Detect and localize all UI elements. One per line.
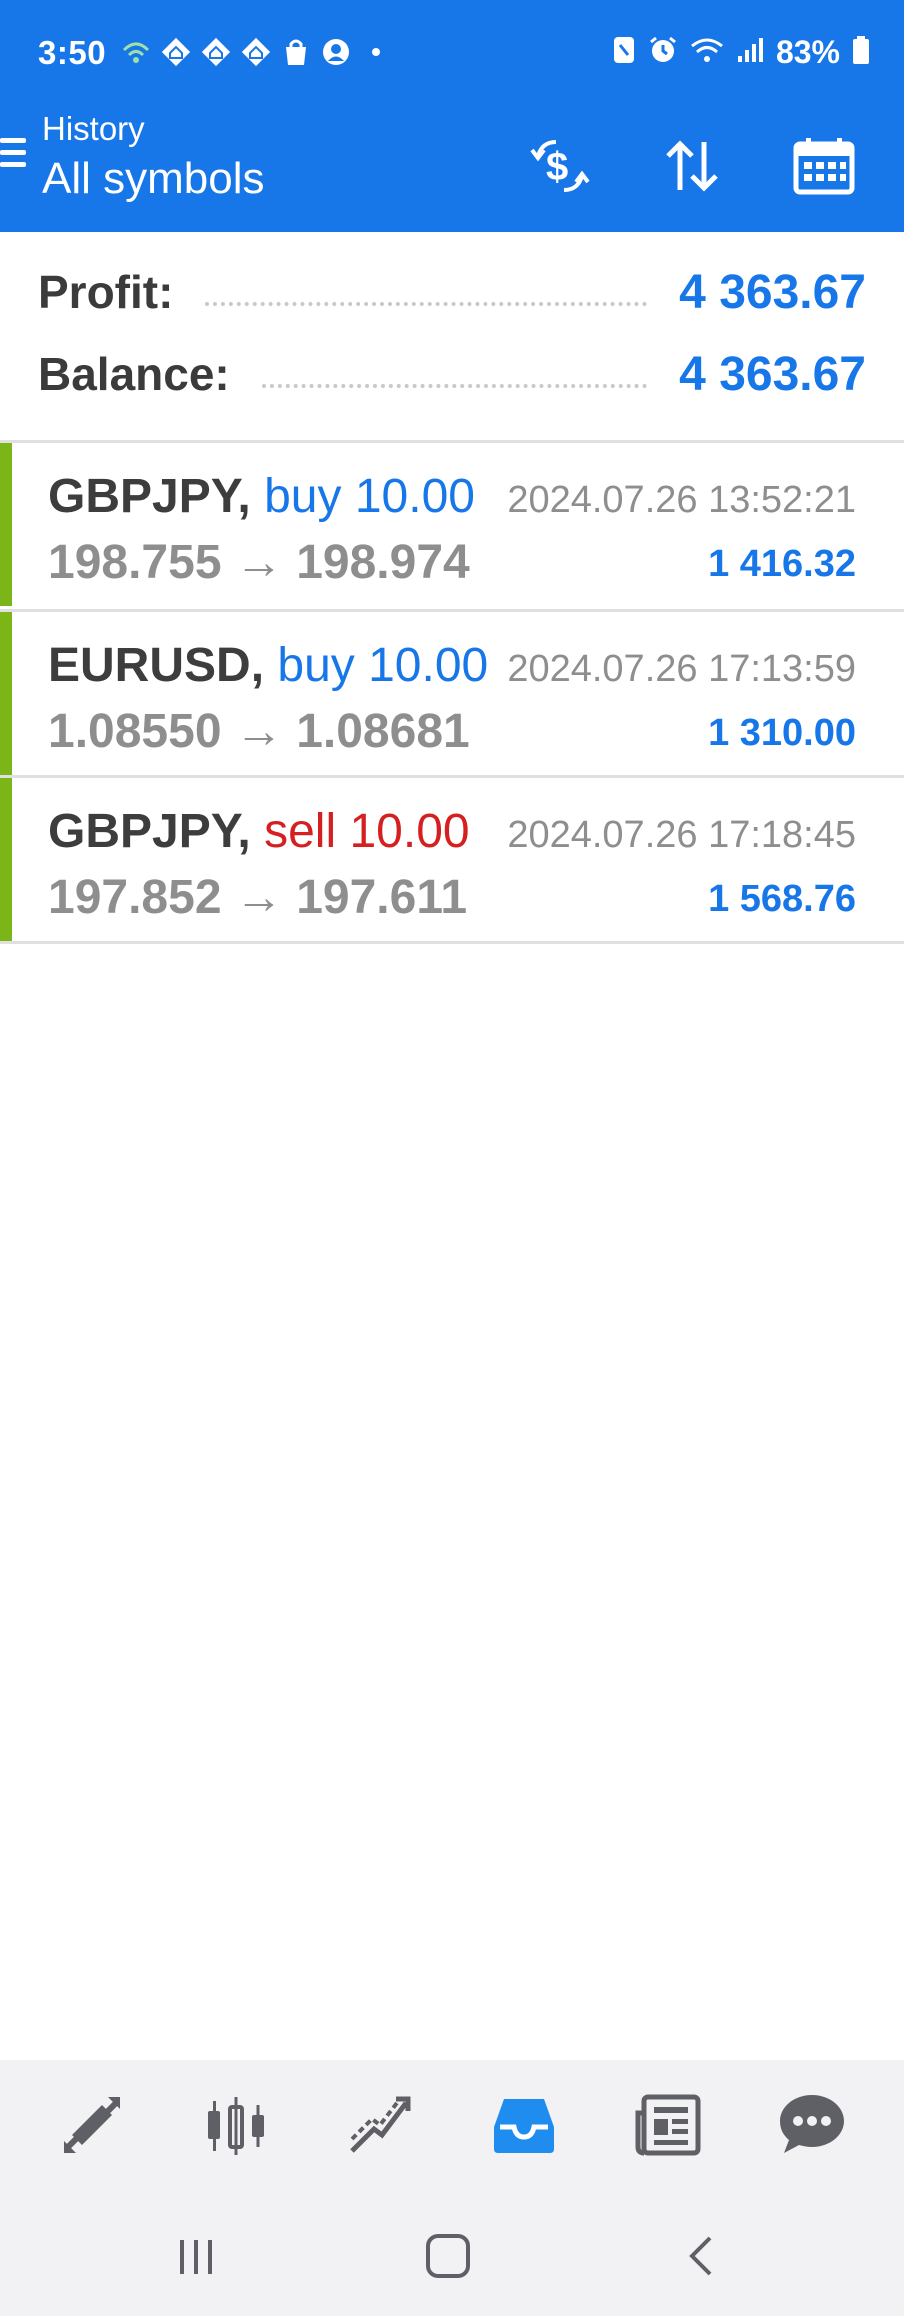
nav-history[interactable] bbox=[474, 2075, 574, 2175]
wifi-call-icon bbox=[120, 36, 152, 68]
trade-side: buy 10.00 bbox=[264, 470, 475, 523]
nav-chat[interactable] bbox=[762, 2075, 862, 2175]
trade-profit: 1 568.76 bbox=[708, 878, 856, 920]
close-price: 1.08681 bbox=[296, 705, 470, 758]
balance-summary: Balance: 4 363.67 bbox=[38, 344, 866, 404]
recent-apps-button[interactable] bbox=[166, 2226, 226, 2286]
trade-row[interactable]: GBPJPY, buy 10.00 198.755 → 198.974 2024… bbox=[0, 443, 904, 609]
header-title[interactable]: All symbols bbox=[42, 154, 265, 204]
system-status: 83% bbox=[612, 34, 870, 71]
bottom-navigation bbox=[0, 2060, 904, 2190]
notification-icons bbox=[120, 36, 392, 68]
trade-prices: 197.852 → 197.611 bbox=[48, 870, 467, 925]
trade-prices: 1.08550 → 1.08681 bbox=[48, 704, 470, 759]
nav-quotes[interactable] bbox=[42, 2075, 142, 2175]
balance-value: 4 363.67 bbox=[679, 347, 866, 401]
trade-prices: 198.755 → 198.974 bbox=[48, 535, 470, 590]
profit-label: Profit: bbox=[38, 266, 174, 318]
nfc-icon bbox=[612, 35, 636, 70]
close-price: 198.974 bbox=[296, 536, 470, 589]
balance-label: Balance: bbox=[38, 348, 230, 400]
calendar-icon bbox=[793, 138, 855, 195]
signal-icon bbox=[736, 36, 764, 69]
profit-value: 4 363.67 bbox=[679, 265, 866, 319]
wifi-icon bbox=[690, 36, 724, 69]
home-button[interactable] bbox=[418, 2226, 478, 2286]
currency-exchange-icon: $ bbox=[530, 140, 590, 192]
trade-time: 2024.07.26 17:18:45 bbox=[507, 814, 856, 856]
sort-icon bbox=[666, 140, 718, 192]
trade-symbol: GBPJPY, bbox=[48, 470, 251, 523]
trade-symbol-line: EURUSD, buy 10.00 bbox=[48, 638, 488, 693]
back-icon bbox=[689, 2236, 712, 2276]
screen-header: History All symbols $ bbox=[0, 108, 904, 232]
arrow-icon: → bbox=[234, 536, 283, 589]
header-subtitle: History bbox=[42, 110, 145, 147]
battery-percentage: 83% bbox=[775, 34, 840, 70]
battery-icon bbox=[852, 35, 870, 70]
quotes-icon bbox=[63, 2097, 121, 2153]
trade-row[interactable]: EURUSD, buy 10.00 1.08550 → 1.08681 2024… bbox=[0, 612, 904, 778]
history-icon bbox=[494, 2099, 554, 2153]
svg-text:$: $ bbox=[546, 145, 568, 189]
nav-trade[interactable] bbox=[330, 2075, 430, 2175]
arrow-icon: → bbox=[234, 705, 283, 758]
trade-symbol-line: GBPJPY, sell 10.00 bbox=[48, 804, 470, 859]
trade-side: buy 10.00 bbox=[277, 639, 489, 692]
home-app-icon bbox=[200, 36, 232, 68]
profit-summary: Profit: 4 363.67 bbox=[38, 262, 866, 322]
back-button[interactable] bbox=[672, 2226, 732, 2286]
divider bbox=[0, 941, 904, 944]
recent-apps-icon bbox=[180, 2240, 212, 2274]
status-time: 3:50 bbox=[38, 34, 107, 71]
profit-indicator-bar bbox=[0, 443, 12, 606]
trade-time: 2024.07.26 13:52:21 bbox=[507, 479, 856, 521]
dotted-leader bbox=[205, 278, 648, 306]
nav-chart[interactable] bbox=[186, 2075, 286, 2175]
trade-symbol: EURUSD, bbox=[48, 639, 265, 692]
dotted-leader bbox=[261, 360, 648, 388]
deposit-filter-button[interactable]: $ bbox=[520, 126, 600, 206]
chart-icon bbox=[208, 2097, 264, 2155]
shopping-bag-icon bbox=[280, 36, 312, 68]
nav-news[interactable] bbox=[618, 2075, 718, 2175]
profit-indicator-bar bbox=[0, 612, 12, 775]
trade-side: sell 10.00 bbox=[264, 805, 470, 858]
more-dot-icon bbox=[360, 36, 392, 68]
top-app-bar: 3:50 83% History All symbols $ bbox=[0, 0, 904, 232]
news-icon bbox=[635, 2094, 701, 2156]
trade-time: 2024.07.26 17:13:59 bbox=[507, 648, 856, 690]
close-price: 197.611 bbox=[296, 871, 468, 924]
trade-symbol-line: GBPJPY, buy 10.00 bbox=[48, 469, 475, 524]
chat-icon bbox=[780, 2095, 844, 2153]
trade-profit: 1 310.00 bbox=[708, 712, 856, 754]
trade-symbol: GBPJPY, bbox=[48, 805, 251, 858]
sort-button[interactable] bbox=[652, 126, 732, 206]
status-bar: 3:50 83% bbox=[0, 0, 904, 108]
calendar-button[interactable] bbox=[784, 126, 864, 206]
profit-indicator-bar bbox=[0, 778, 12, 941]
header-actions: $ bbox=[520, 126, 864, 206]
trade-row[interactable]: GBPJPY, sell 10.00 197.852 → 197.611 202… bbox=[0, 778, 904, 944]
home-app-icon bbox=[160, 36, 192, 68]
open-price: 197.852 bbox=[48, 871, 222, 924]
system-navigation-bar bbox=[0, 2190, 904, 2316]
open-price: 198.755 bbox=[48, 536, 222, 589]
trade-icon bbox=[350, 2096, 411, 2153]
home-icon bbox=[426, 2234, 470, 2278]
alarm-icon bbox=[648, 35, 678, 70]
menu-icon[interactable] bbox=[0, 138, 28, 174]
open-price: 1.08550 bbox=[48, 705, 222, 758]
account-icon bbox=[320, 36, 352, 68]
home-app-icon bbox=[240, 36, 272, 68]
arrow-icon: → bbox=[234, 871, 283, 924]
trade-profit: 1 416.32 bbox=[708, 543, 856, 585]
